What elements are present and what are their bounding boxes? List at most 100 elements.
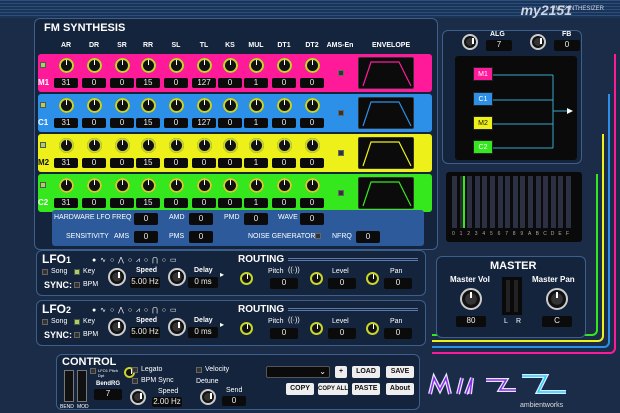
parameter-value[interactable]: 0 — [82, 198, 106, 208]
parameter-value[interactable]: 31 — [54, 118, 78, 128]
lfo1-pan-knob[interactable] — [366, 272, 379, 285]
alg-knob[interactable] — [462, 34, 478, 50]
parameter-value[interactable]: 0 — [272, 158, 296, 168]
parameter-knob[interactable] — [59, 178, 74, 193]
parameter-knob[interactable] — [87, 178, 102, 193]
parameter-knob[interactable] — [223, 178, 238, 193]
nfrq-value[interactable]: 0 — [356, 231, 380, 243]
lfo2-speed-knob[interactable] — [108, 318, 126, 336]
parameter-value[interactable]: 0 — [218, 158, 242, 168]
parameter-value[interactable]: 15 — [136, 158, 160, 168]
parameter-knob[interactable] — [87, 138, 102, 153]
parameter-value[interactable]: 0 — [164, 78, 188, 88]
copy-button[interactable]: COPY — [286, 383, 314, 395]
parameter-knob[interactable] — [249, 98, 264, 113]
parameter-value[interactable]: 31 — [54, 78, 78, 88]
parameter-knob[interactable] — [197, 58, 212, 73]
master-vol-value[interactable]: 80 — [456, 316, 486, 327]
parameter-knob[interactable] — [141, 58, 156, 73]
load-button[interactable]: LOAD — [352, 366, 380, 378]
bendrg-value[interactable]: 7 — [94, 389, 122, 400]
lfo1-level-knob[interactable] — [310, 272, 323, 285]
parameter-value[interactable]: 1 — [244, 198, 268, 208]
parameter-value[interactable]: 15 — [136, 118, 160, 128]
parameter-knob[interactable] — [223, 138, 238, 153]
parameter-knob[interactable] — [169, 178, 184, 193]
parameter-knob[interactable] — [141, 178, 156, 193]
add-preset-button[interactable]: + — [335, 366, 347, 378]
parameter-value[interactable]: 15 — [136, 198, 160, 208]
parameter-value[interactable]: 0 — [110, 118, 134, 128]
copy-all-button[interactable]: COPY ALL — [318, 383, 348, 395]
pms-value[interactable]: 0 — [189, 231, 213, 243]
parameter-value[interactable]: 0 — [272, 78, 296, 88]
lfo2-pitch-knob[interactable] — [240, 322, 253, 335]
parameter-knob[interactable] — [305, 138, 320, 153]
lfo2-pan-knob[interactable] — [366, 322, 379, 335]
parameter-value[interactable]: 0 — [218, 118, 242, 128]
parameter-value[interactable]: 0 — [110, 158, 134, 168]
parameter-value[interactable]: 127 — [192, 78, 216, 88]
lfo1-key-toggle[interactable] — [74, 269, 80, 275]
parameter-knob[interactable] — [305, 58, 320, 73]
master-pan-knob[interactable] — [546, 288, 568, 310]
parameter-value[interactable]: 0 — [110, 78, 134, 88]
lfo1-waveform-selector[interactable]: ● ∿ ○ ⋀ ○ ⩘ ○ ⋂ ○ ▭ — [92, 256, 178, 265]
parameter-knob[interactable] — [277, 98, 292, 113]
parameter-knob[interactable] — [169, 98, 184, 113]
envelope-display[interactable] — [358, 177, 414, 209]
lfo2-bpm-toggle[interactable] — [74, 332, 80, 338]
lfo1-pitch-toggle[interactable] — [90, 368, 96, 374]
parameter-value[interactable]: 0 — [300, 78, 324, 88]
lfo2-pan-value[interactable]: 0 — [384, 328, 412, 339]
freq-value[interactable]: 0 — [134, 213, 158, 225]
alg-value[interactable]: 7 — [486, 40, 512, 51]
lfo1-delay-value[interactable]: 0 ms — [188, 277, 218, 288]
legato-toggle[interactable] — [132, 367, 138, 373]
send-value[interactable]: 0 — [222, 396, 246, 406]
parameter-value[interactable]: 1 — [244, 78, 268, 88]
parameter-knob[interactable] — [197, 98, 212, 113]
parameter-knob[interactable] — [305, 98, 320, 113]
fb-value[interactable]: 0 — [554, 40, 580, 51]
parameter-value[interactable]: 0 — [192, 198, 216, 208]
parameter-value[interactable]: 31 — [54, 198, 78, 208]
pmd-value[interactable]: 0 — [244, 213, 268, 225]
lfo2-delay-knob[interactable] — [168, 318, 186, 336]
parameter-knob[interactable] — [169, 138, 184, 153]
operator-enable-toggle[interactable] — [40, 102, 46, 108]
parameter-knob[interactable] — [59, 138, 74, 153]
bend-wheel[interactable] — [64, 370, 74, 402]
operator-enable-toggle[interactable] — [40, 182, 46, 188]
parameter-knob[interactable] — [223, 98, 238, 113]
lfo2-level-value[interactable]: 0 — [328, 328, 356, 339]
parameter-value[interactable]: 0 — [82, 118, 106, 128]
operator-enable-toggle[interactable] — [40, 62, 46, 68]
parameter-knob[interactable] — [277, 58, 292, 73]
ams-enable-toggle[interactable] — [338, 110, 344, 116]
lfo2-pitch-value[interactable]: 0 — [270, 328, 298, 339]
lfo2-speed-value[interactable]: 5.00 Hz — [130, 327, 160, 338]
parameter-knob[interactable] — [277, 178, 292, 193]
parameter-value[interactable]: 31 — [54, 158, 78, 168]
parameter-value[interactable]: 0 — [82, 158, 106, 168]
parameter-value[interactable]: 0 — [300, 158, 324, 168]
master-pan-value[interactable]: C — [542, 316, 572, 327]
save-button[interactable]: SAVE — [386, 366, 414, 378]
parameter-value[interactable]: 0 — [192, 158, 216, 168]
lfo1-pitch-value[interactable]: 0 — [270, 278, 298, 289]
parameter-value[interactable]: 0 — [164, 158, 188, 168]
parameter-value[interactable]: 0 — [272, 118, 296, 128]
ams-enable-toggle[interactable] — [338, 70, 344, 76]
parameter-knob[interactable] — [277, 138, 292, 153]
noise-toggle[interactable] — [315, 233, 321, 239]
amd-value[interactable]: 0 — [189, 213, 213, 225]
parameter-knob[interactable] — [197, 138, 212, 153]
ams-value[interactable]: 0 — [134, 231, 158, 243]
about-button[interactable]: About — [386, 383, 414, 395]
parameter-knob[interactable] — [169, 58, 184, 73]
parameter-value[interactable]: 1 — [244, 158, 268, 168]
parameter-value[interactable]: 127 — [192, 118, 216, 128]
parameter-value[interactable]: 0 — [82, 78, 106, 88]
parameter-knob[interactable] — [115, 58, 130, 73]
